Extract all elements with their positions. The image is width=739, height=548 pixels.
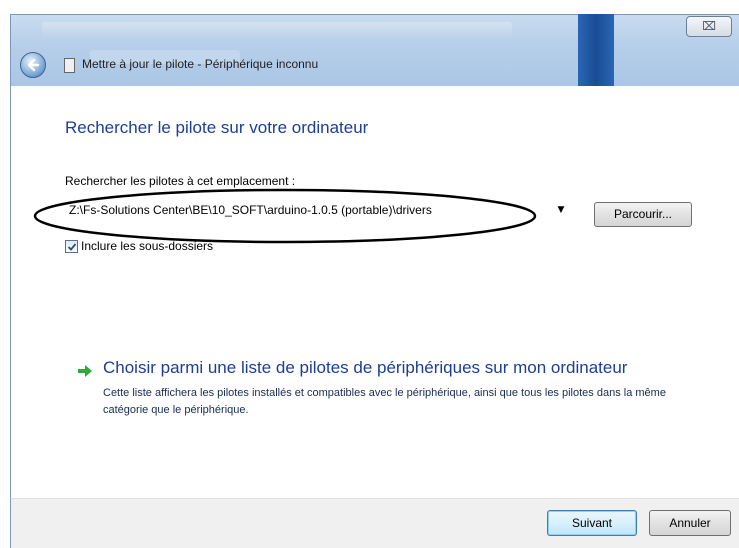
green-arrow-icon — [78, 365, 92, 377]
dialog-footer: Suivant Annuler — [10, 498, 739, 548]
cancel-button[interactable]: Annuler — [649, 510, 731, 536]
checkmark-icon — [67, 243, 77, 251]
browse-button[interactable]: Parcourir... — [594, 202, 692, 227]
dialog-title: Mettre à jour le pilote - Périphérique i… — [82, 57, 319, 71]
page-heading: Rechercher le pilote sur votre ordinateu… — [65, 118, 369, 137]
back-arrow-icon[interactable] — [20, 52, 46, 78]
choose-from-list-description: Cette liste affichera les pilotes instal… — [103, 387, 666, 416]
update-driver-dialog: ⌧ Mettre à jour le pilote - Périphérique… — [0, 0, 739, 548]
next-button[interactable]: Suivant — [547, 510, 637, 536]
content-area: Rechercher le pilote sur votre ordinateu… — [10, 86, 739, 498]
include-subfolders-label: Inclure les sous-dossiers — [81, 239, 214, 253]
choose-from-list-link[interactable]: Choisir parmi une liste de pilotes de pé… — [103, 358, 627, 378]
chevron-down-icon[interactable]: ▼ — [556, 205, 566, 215]
location-label: Rechercher les pilotes à cet emplacement… — [65, 174, 296, 188]
location-combobox[interactable]: Z:\Fs-Solutions Center\BE\10_SOFT\arduin… — [65, 201, 577, 221]
background-window-title — [42, 22, 512, 38]
device-icon — [64, 58, 75, 73]
close-button[interactable]: ⌧ — [686, 16, 732, 37]
include-subfolders-checkbox[interactable] — [65, 240, 78, 253]
background-window-edge — [578, 14, 614, 86]
location-input[interactable]: Z:\Fs-Solutions Center\BE\10_SOFT\arduin… — [69, 203, 432, 217]
